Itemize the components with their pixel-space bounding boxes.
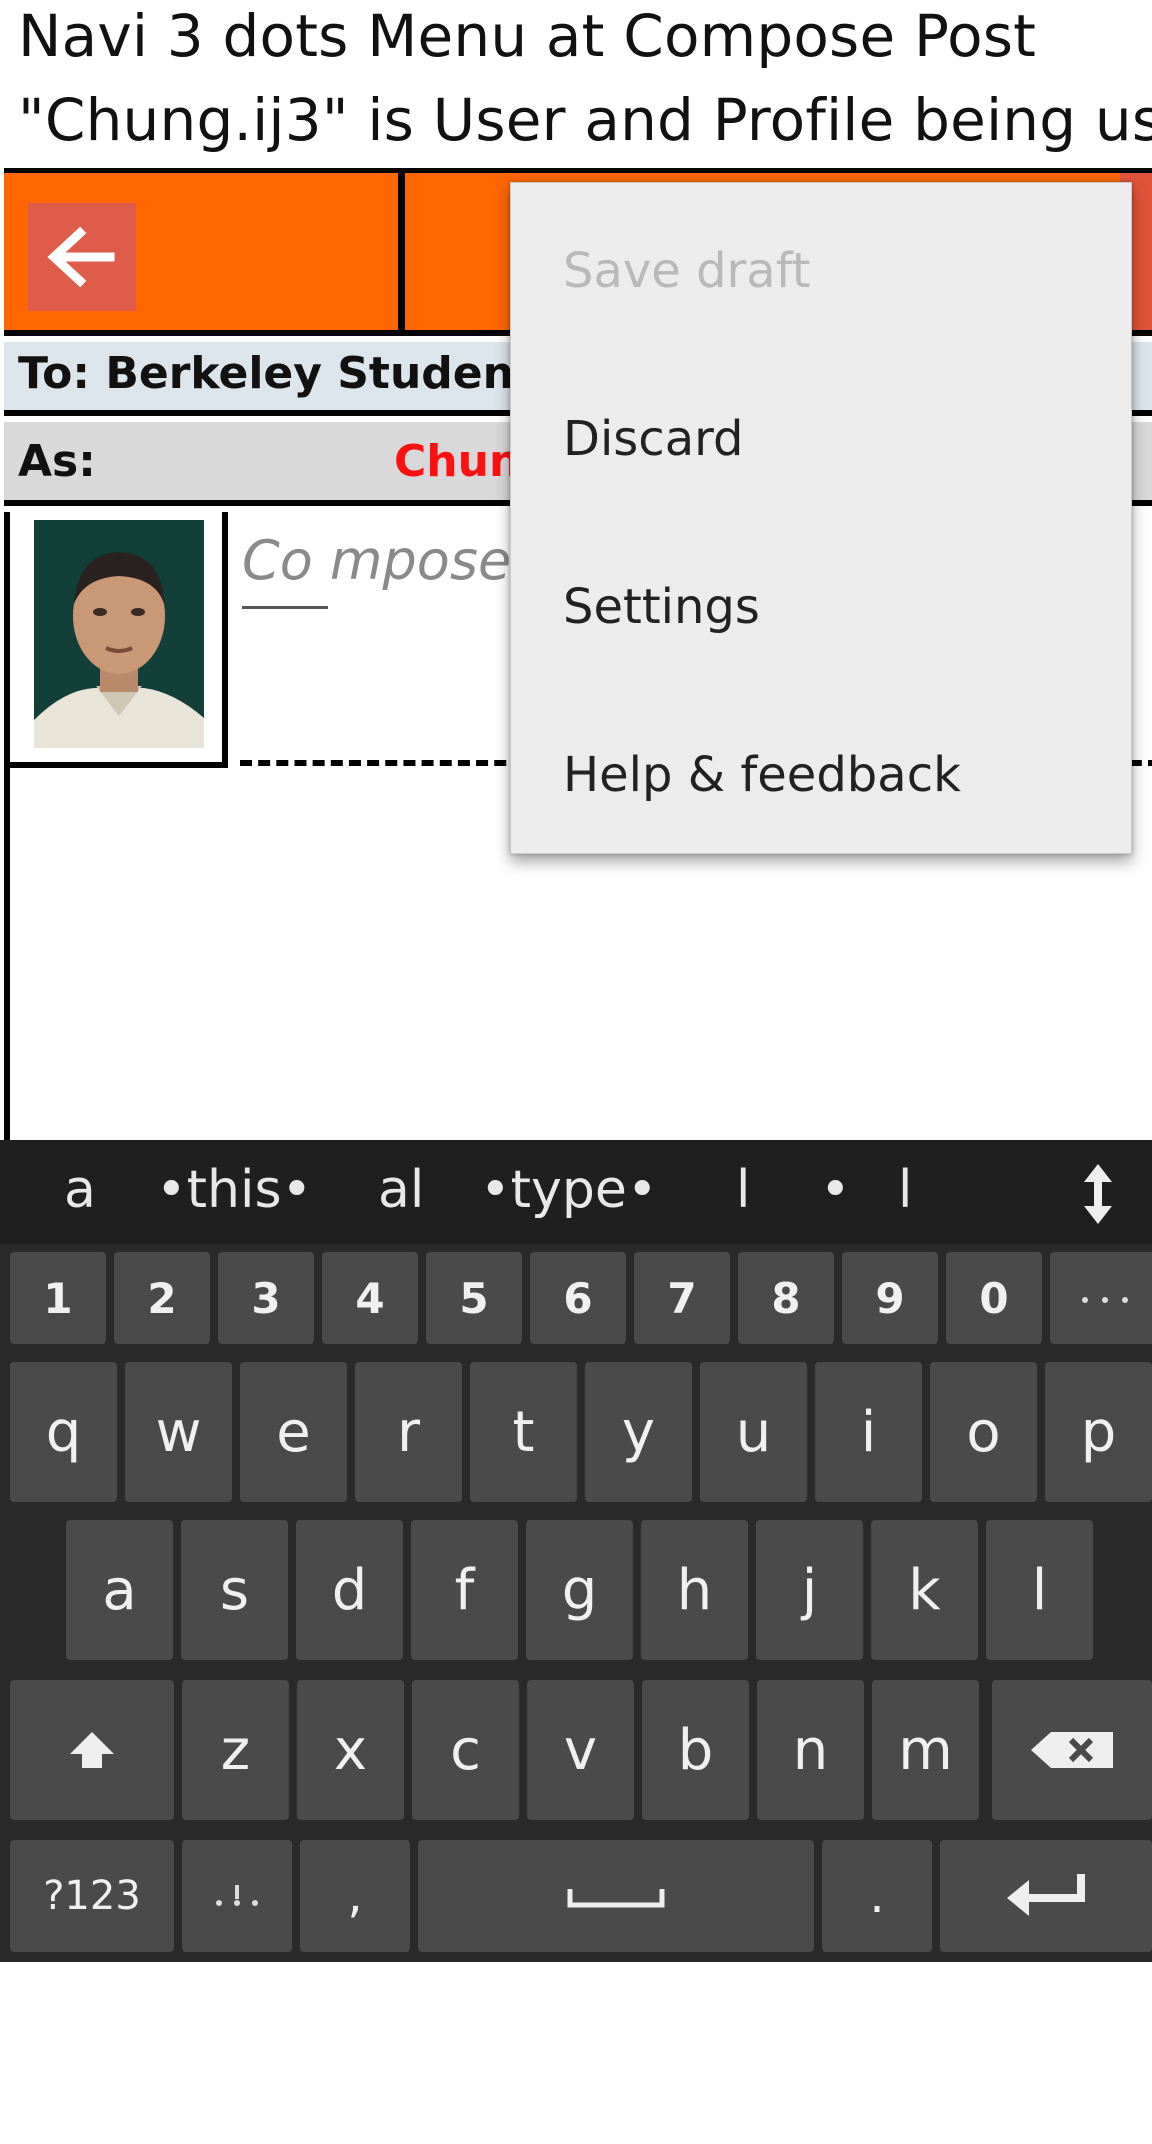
key-f[interactable]: f <box>411 1520 518 1660</box>
menu-item-save-draft[interactable]: Save draft <box>563 243 811 299</box>
key-4[interactable]: 4 <box>322 1252 418 1344</box>
app-bar-divider <box>398 173 405 330</box>
enter-key[interactable] <box>940 1840 1152 1952</box>
suggestion-item[interactable]: l <box>898 1160 912 1220</box>
key-l[interactable]: l <box>986 1520 1093 1660</box>
settings-dots-icon <box>216 1885 258 1906</box>
key-o[interactable]: o <box>930 1362 1037 1502</box>
backspace-icon <box>1031 1732 1113 1768</box>
soft-keyboard: a •this• al •type• l • l 1234567890qwert… <box>0 1140 1152 1962</box>
punctuation-icon <box>1082 1297 1128 1303</box>
key-3[interactable]: 3 <box>218 1252 314 1344</box>
as-label: As: <box>18 436 96 487</box>
key-s[interactable]: s <box>181 1520 288 1660</box>
key-c[interactable]: c <box>412 1680 519 1820</box>
key-r[interactable]: r <box>355 1362 462 1502</box>
key-2[interactable]: 2 <box>114 1252 210 1344</box>
menu-item-settings[interactable]: Settings <box>563 579 760 635</box>
suggestion-item[interactable]: a <box>64 1160 96 1220</box>
key-k[interactable]: k <box>871 1520 978 1660</box>
key-g[interactable]: g <box>526 1520 633 1660</box>
key-7[interactable]: 7 <box>634 1252 730 1344</box>
expand-suggestions-icon[interactable] <box>1076 1160 1120 1228</box>
key-v[interactable]: v <box>527 1680 634 1820</box>
key-punctuation[interactable] <box>1050 1252 1152 1344</box>
shift-key[interactable] <box>10 1680 174 1820</box>
key-m[interactable]: m <box>872 1680 979 1820</box>
key-x[interactable]: x <box>297 1680 404 1820</box>
caption-subtitle: "Chung.ij3" is User and Profile being us… <box>18 86 1152 154</box>
suggestion-item[interactable]: al <box>378 1160 424 1220</box>
key-t[interactable]: t <box>470 1362 577 1502</box>
enter-icon <box>1007 1874 1085 1916</box>
shift-icon <box>70 1732 114 1768</box>
key-6[interactable]: 6 <box>530 1252 626 1344</box>
to-label: To: Berkeley Student <box>18 348 535 399</box>
compose-cursor-underline <box>242 606 328 609</box>
symbols-key[interactable]: ?123 <box>10 1840 174 1952</box>
comma-key[interactable]: , <box>300 1840 410 1952</box>
suggestion-item[interactable]: l <box>736 1160 750 1220</box>
suggestion-item[interactable]: •type• <box>480 1160 658 1220</box>
key-b[interactable]: b <box>642 1680 749 1820</box>
avatar-photo <box>34 520 204 748</box>
space-key[interactable] <box>418 1840 814 1952</box>
key-d[interactable]: d <box>296 1520 403 1660</box>
emoji-key[interactable] <box>182 1840 292 1952</box>
space-icon <box>567 1889 665 1908</box>
profile-name: Chun <box>394 436 521 487</box>
avatar <box>34 520 204 748</box>
caption-title: Navi 3 dots Menu at Compose Post <box>18 2 1037 70</box>
back-button[interactable] <box>28 203 136 311</box>
key-p[interactable]: p <box>1045 1362 1152 1502</box>
menu-item-help-feedback[interactable]: Help & feedback <box>563 747 961 803</box>
menu-item-discard[interactable]: Discard <box>563 411 743 467</box>
period-key[interactable]: . <box>822 1840 932 1952</box>
key-9[interactable]: 9 <box>842 1252 938 1344</box>
suggestion-strip: a •this• al •type• l • l <box>0 1140 1152 1244</box>
key-e[interactable]: e <box>240 1362 347 1502</box>
overflow-menu: Save draft Discard Settings Help & feedb… <box>510 182 1132 854</box>
key-q[interactable]: q <box>10 1362 117 1502</box>
phone-screen: To: Berkeley Student As: Chun Co mpose S… <box>0 162 1152 2144</box>
key-5[interactable]: 5 <box>426 1252 522 1344</box>
key-a[interactable]: a <box>66 1520 173 1660</box>
key-n[interactable]: n <box>757 1680 864 1820</box>
key-h[interactable]: h <box>641 1520 748 1660</box>
key-y[interactable]: y <box>585 1362 692 1502</box>
back-arrow-icon <box>47 226 115 288</box>
key-w[interactable]: w <box>125 1362 232 1502</box>
backspace-key[interactable] <box>992 1680 1152 1820</box>
key-8[interactable]: 8 <box>738 1252 834 1344</box>
key-u[interactable]: u <box>700 1362 807 1502</box>
suggestion-item[interactable]: •this• <box>156 1160 312 1220</box>
key-z[interactable]: z <box>182 1680 289 1820</box>
avatar-frame <box>10 512 228 768</box>
key-j[interactable]: j <box>756 1520 863 1660</box>
key-i[interactable]: i <box>815 1362 922 1502</box>
key-1[interactable]: 1 <box>10 1252 106 1344</box>
key-0[interactable]: 0 <box>946 1252 1042 1344</box>
suggestion-item[interactable]: • <box>820 1160 851 1220</box>
